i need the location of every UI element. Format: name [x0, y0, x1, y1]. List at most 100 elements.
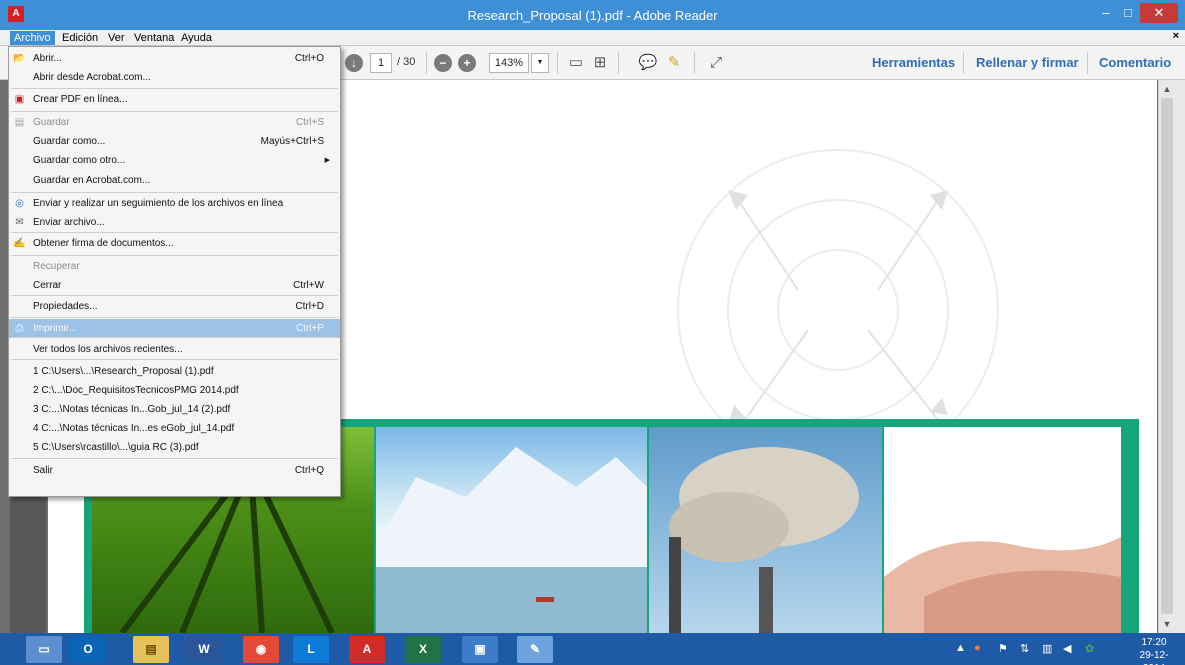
menu-bar: Archivo Edición Ver Ventana Ayuda ×	[0, 30, 1185, 46]
menu-item-label: Crear PDF en línea...	[33, 94, 128, 105]
outlook-taskbar-icon[interactable]: O	[70, 636, 106, 663]
fit-page-icon[interactable]: ▭	[566, 53, 586, 73]
menu-item-propiedades[interactable]: Propiedades... Ctrl+D	[9, 297, 340, 316]
volume-icon[interactable]: ◀	[1063, 642, 1071, 655]
menu-item-cerrar[interactable]: Cerrar Ctrl+W	[9, 276, 340, 295]
full-screen-icon[interactable]: ⤢	[706, 53, 726, 73]
system-clock[interactable]: 17:20 29-12-2014	[1131, 636, 1177, 665]
chrome-taskbar-icon[interactable]: ◉	[243, 636, 279, 663]
menu-separator	[11, 317, 338, 318]
menu-item-label: Recuperar	[33, 261, 80, 272]
menu-item-label: Ver todos los archivos recientes...	[33, 344, 183, 355]
menu-item-label: 2 C:\...\Doc_RequisitosTecnicosPMG 2014.…	[33, 385, 239, 396]
tray-flag-icon[interactable]: ⚑	[998, 642, 1008, 655]
menu-item-5-c-users-rcastillo-guia-rc-3-pdf[interactable]: 5 C:\Users\rcastillo\...\guia RC (3).pdf	[9, 438, 340, 457]
show-hidden-icons-icon[interactable]: ▲	[955, 642, 966, 654]
menu-item-label: Guardar como...	[33, 136, 106, 147]
menu-item-label: Guardar como otro...	[33, 155, 126, 166]
menu-item-guardar-en-acrobat-com[interactable]: Guardar en Acrobat.com...	[9, 171, 340, 190]
menu-item-shortcut: Ctrl+W	[293, 280, 324, 291]
tools-link[interactable]: Herramientas	[872, 55, 955, 70]
toolbar-separator	[694, 52, 695, 74]
zoom-level-input[interactable]: 143%	[489, 53, 529, 73]
menu-item-4-c-notas-técnicas-in-es-egob-jul-14-pdf[interactable]: 4 C:...\Notas técnicas In...es eGob_jul_…	[9, 419, 340, 438]
menu-separator	[11, 232, 338, 233]
menu-item-guardar-como-otro[interactable]: Guardar como otro... ▶	[9, 151, 340, 170]
menu-item-label: Imprimir...	[33, 323, 77, 334]
signature-icon: ✍	[13, 238, 26, 249]
taskbar: ▭ O ▤ W ◉ L A X ▣ ✎ ▲ ● ⚑ ⇅ ▥ ◀ ✿ 17:20 …	[0, 633, 1185, 665]
menu-item-salir[interactable]: Salir Ctrl+Q	[9, 461, 340, 480]
menu-item-enviar-archivo[interactable]: ✉ Enviar archivo...	[9, 213, 340, 232]
menu-item-ver-todos-los-archivos-recientes[interactable]: Ver todos los archivos recientes...	[9, 340, 340, 359]
next-page-icon[interactable]: ↓	[345, 54, 363, 72]
menu-item-guardar[interactable]: ▤ Guardar Ctrl+S	[9, 113, 340, 132]
menu-item-shortcut: Ctrl+O	[294, 53, 324, 64]
menu-item-abrir[interactable]: 📂 Abrir... Ctrl+O	[9, 49, 340, 68]
menu-item-obtener-firma-de-documentos[interactable]: ✍ Obtener firma de documentos...	[9, 234, 340, 253]
menu-item-label: 1 C:\Users\...\Research_Proposal (1).pdf	[33, 366, 214, 377]
remote-desktop-taskbar-icon[interactable]: ▣	[462, 636, 498, 663]
network-icon[interactable]: ▥	[1042, 642, 1052, 655]
scrollbar-thumb[interactable]	[1161, 98, 1173, 614]
start-button[interactable]: ▭	[26, 636, 62, 663]
menu-archivo[interactable]: Archivo	[10, 31, 55, 45]
menu-item-crear-pdf-en-línea[interactable]: ▣ Crear PDF en línea...	[9, 90, 340, 109]
menu-item-abrir-desde-acrobat-com[interactable]: Abrir desde Acrobat.com...	[9, 68, 340, 87]
zoom-in-icon[interactable]: +	[458, 54, 476, 72]
menu-ayuda[interactable]: Ayuda	[177, 31, 216, 45]
scroll-down-icon[interactable]: ▼	[1160, 617, 1174, 631]
menu-item-label: 5 C:\Users\rcastillo\...\guia RC (3).pdf	[33, 442, 199, 453]
highlight-pen-icon[interactable]: ✎	[664, 53, 684, 73]
send-track-icon: ◎	[15, 198, 24, 209]
paint-taskbar-icon[interactable]: ✎	[517, 636, 553, 663]
menu-separator	[11, 111, 338, 112]
minimize-button[interactable]: –	[1096, 3, 1116, 23]
toolbar-separator	[426, 52, 427, 74]
menu-separator	[11, 337, 338, 338]
comment-link[interactable]: Comentario	[1099, 55, 1171, 70]
tray-alert-icon[interactable]: ●	[974, 642, 981, 654]
word-taskbar-icon[interactable]: W	[186, 636, 222, 663]
tray-app-icon[interactable]: ✿	[1085, 642, 1094, 655]
menu-ventana[interactable]: Ventana	[130, 31, 178, 45]
menu-item-shortcut: Ctrl+S	[295, 117, 324, 128]
toolbar-separator	[1087, 52, 1088, 74]
title-bar: A Research_Proposal (1).pdf - Adobe Read…	[0, 0, 1185, 30]
fill-sign-link[interactable]: Rellenar y firmar	[976, 55, 1079, 70]
adobe-reader-taskbar-icon[interactable]: A	[349, 636, 385, 663]
file-explorer-taskbar-icon[interactable]: ▤	[133, 636, 169, 663]
open-folder-icon: 📂	[13, 53, 26, 64]
menu-item-label: Cerrar	[33, 280, 62, 291]
excel-taskbar-icon[interactable]: X	[405, 636, 441, 663]
menu-separator	[11, 359, 338, 360]
close-button[interactable]: ✕	[1140, 3, 1178, 23]
menu-item-imprimir[interactable]: ⎙ Imprimir... Ctrl+P	[9, 319, 340, 338]
menu-item-recuperar[interactable]: Recuperar	[9, 257, 340, 276]
menu-edicion[interactable]: Edición	[58, 31, 102, 45]
clock-time: 17:20	[1141, 637, 1167, 648]
menu-item-guardar-como[interactable]: Guardar como... Mayús+Ctrl+S	[9, 132, 340, 151]
menu-item-2-c-doc-requisitostecnicospmg-2014-pdf[interactable]: 2 C:\...\Doc_RequisitosTecnicosPMG 2014.…	[9, 381, 340, 400]
menu-item-label: Abrir desde Acrobat.com...	[33, 72, 151, 83]
close-document-icon[interactable]: ×	[1173, 30, 1179, 42]
menu-separator	[11, 192, 338, 193]
menu-item-enviar-y-realizar-un-seguimiento-de-los-[interactable]: ◎ Enviar y realizar un seguimiento de los…	[9, 194, 340, 213]
menu-item-3-c-notas-técnicas-in-gob-jul-14-2-pdf[interactable]: 3 C:...\Notas técnicas In...Gob_jul_14 (…	[9, 400, 340, 419]
zoom-dropdown-chevron-icon[interactable]: ▼	[531, 53, 549, 73]
page-number-input[interactable]: 1	[370, 53, 392, 73]
tray-sync-icon[interactable]: ⇅	[1020, 642, 1029, 655]
zoom-out-icon[interactable]: −	[434, 54, 452, 72]
comment-bubble-icon[interactable]: 💬	[638, 53, 658, 73]
menu-item-1-c-users-research-proposal-1-pdf[interactable]: 1 C:\Users\...\Research_Proposal (1).pdf	[9, 362, 340, 381]
maximize-button[interactable]: □	[1118, 3, 1138, 23]
menu-item-shortcut: Ctrl+D	[295, 301, 324, 312]
fit-width-icon[interactable]: ⊞	[590, 53, 610, 73]
scroll-up-icon[interactable]: ▲	[1160, 82, 1174, 96]
window-title: Research_Proposal (1).pdf - Adobe Reader	[467, 8, 718, 23]
submenu-arrow-icon: ▶	[324, 157, 330, 164]
lync-taskbar-icon[interactable]: L	[293, 636, 329, 663]
menu-item-label: Salir	[33, 465, 54, 476]
menu-ver[interactable]: Ver	[104, 31, 129, 45]
menu-item-label: 3 C:...\Notas técnicas In...Gob_jul_14 (…	[33, 404, 231, 415]
